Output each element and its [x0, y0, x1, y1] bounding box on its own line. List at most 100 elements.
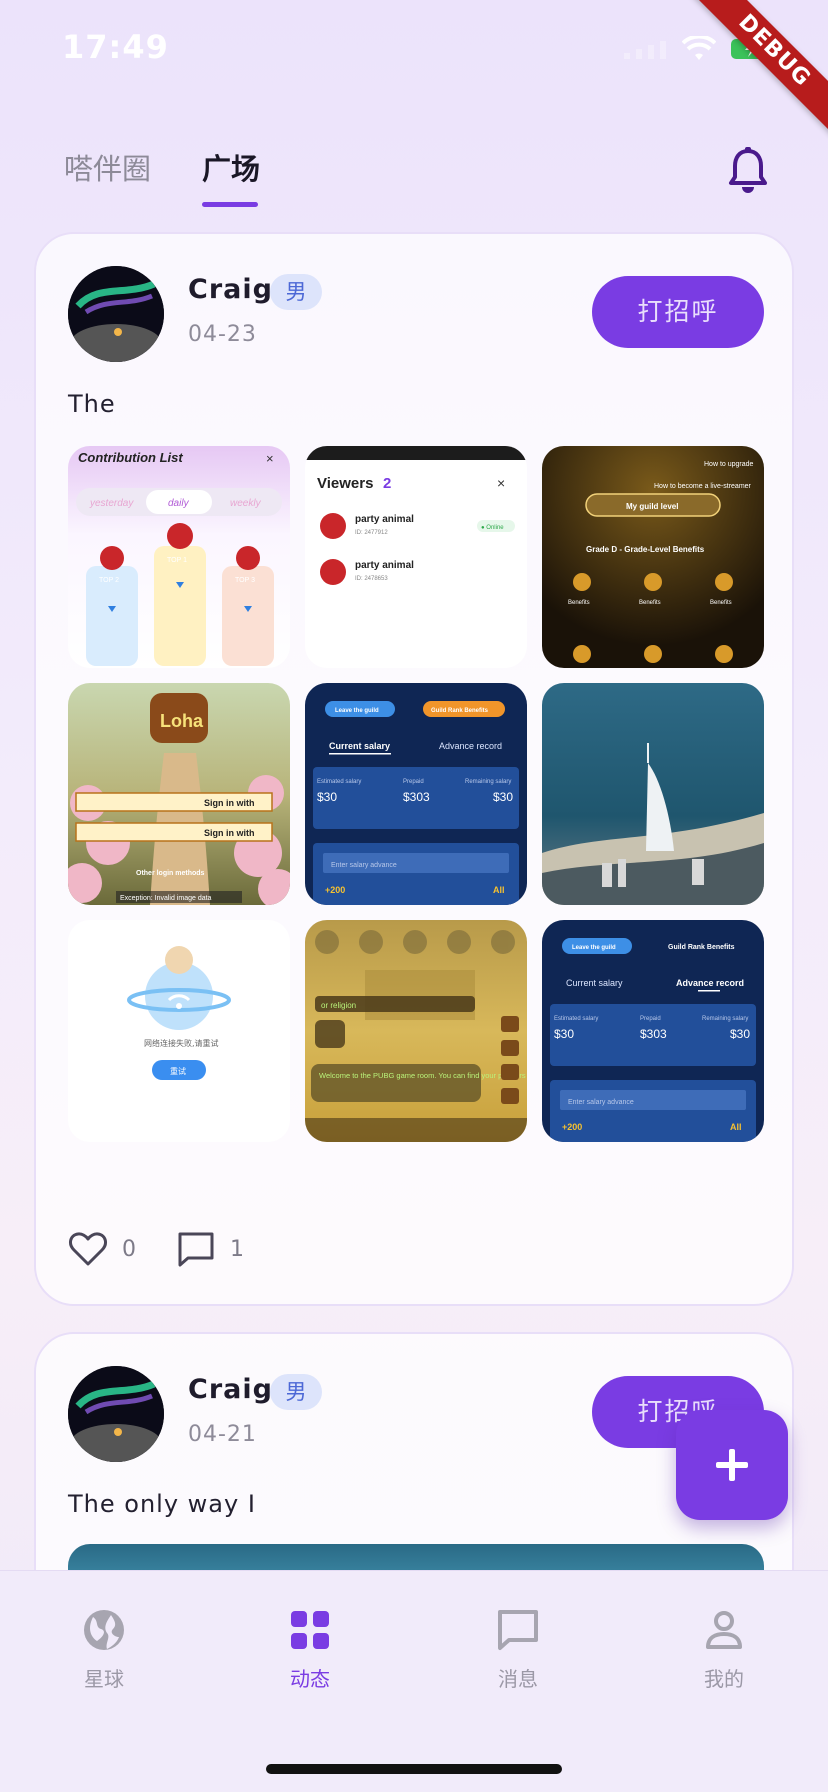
salary-col: Estimated salary: [554, 1016, 598, 1022]
grid-image-salary-advance[interactable]: Leave the guild Guild Rank Benefits Curr…: [542, 920, 764, 1142]
person-icon: [706, 1611, 742, 1649]
leave-guild-label: Leave the guild: [572, 945, 616, 951]
post-date: 04-21: [188, 1422, 257, 1447]
salary-col: Remaining salary: [702, 1016, 748, 1022]
grid-image-network-error[interactable]: 网络连接失败,请重试 重试: [68, 920, 290, 1142]
salary-amount: +200: [325, 885, 345, 895]
salary-value: $303: [640, 1027, 667, 1041]
rank-label: TOP 3: [235, 577, 255, 584]
salary-value: $30: [493, 790, 513, 804]
network-retry: 重试: [170, 1066, 186, 1076]
globe-icon: [84, 1610, 124, 1650]
salary-value: $303: [403, 790, 430, 804]
salary-tab-current: Current salary: [329, 741, 390, 751]
grid-image-salary[interactable]: Leave the guild Guild Rank Benefits Curr…: [305, 683, 527, 905]
game-tag: or religion: [321, 1001, 356, 1010]
status-bar: 17:49 DEBUG: [0, 0, 828, 141]
status-time: 17:49: [62, 28, 169, 66]
salary-input: Enter salary advance: [331, 862, 397, 869]
active-tab-indicator: [202, 202, 258, 207]
salary-col: Estimated salary: [317, 779, 361, 785]
viewers-title: Viewers: [317, 475, 373, 492]
salary-all: All: [730, 1122, 742, 1132]
nav-item-feed[interactable]: 动态: [250, 1607, 370, 1692]
like-count: 0: [122, 1236, 136, 1262]
viewer-name: party animal: [355, 514, 414, 525]
salary-value: $30: [554, 1027, 574, 1041]
benefit-label: Benefits: [710, 600, 732, 606]
create-post-button[interactable]: [676, 1410, 788, 1520]
guild-grade: Grade D - Grade-Level Benefits: [586, 545, 705, 554]
contribution-tab-weekly: weekly: [230, 498, 262, 509]
post-card[interactable]: Craig 男 04-23 打招呼 The Contribution List …: [34, 232, 794, 1306]
leave-guild-label: Leave the guild: [335, 708, 379, 714]
signal-icon: [624, 41, 666, 59]
nav-item-planet[interactable]: 星球: [44, 1607, 164, 1692]
rank-label: TOP 1: [167, 557, 187, 564]
nav-label: 消息: [498, 1667, 538, 1691]
game-welcome: Welcome to the PUBG game room. You can f…: [319, 1071, 527, 1080]
grid-image-contribution[interactable]: Contribution List × yesterday daily week…: [68, 446, 290, 668]
grid-image-viewers[interactable]: Viewers 2 × party animal ID: 2477912 ● O…: [305, 446, 527, 668]
nav-item-me[interactable]: 我的: [664, 1607, 784, 1692]
sign-in-label: Sign in with: [204, 798, 255, 808]
home-indicator: [266, 1764, 562, 1774]
aurora-avatar-image: [68, 1366, 164, 1462]
contribution-tab-daily: daily: [168, 498, 190, 509]
viewer-id: ID: 2477912: [355, 530, 388, 536]
viewer-name: party animal: [355, 560, 414, 571]
post-text: The: [68, 390, 116, 418]
plus-icon: [716, 1449, 748, 1481]
bottom-nav: 星球 动态 消息 我的: [0, 1570, 828, 1792]
grid-image-dubai[interactable]: [542, 683, 764, 905]
rank-label: TOP 2: [99, 577, 119, 584]
other-login-label: Other login methods: [136, 870, 205, 877]
salary-value: $30: [730, 1027, 750, 1041]
debug-ribbon: DEBUG: [684, 0, 828, 141]
nav-label: 动态: [290, 1667, 330, 1691]
comment-icon[interactable]: [176, 1230, 216, 1268]
nav-label: 星球: [84, 1667, 124, 1691]
heart-icon[interactable]: [68, 1230, 108, 1268]
username[interactable]: Craig: [188, 1374, 273, 1405]
avatar[interactable]: [68, 266, 164, 362]
image-grid: Contribution List × yesterday daily week…: [68, 446, 764, 1142]
guild-link: How to upgrade: [704, 461, 754, 468]
guild-banner: My guild level: [626, 502, 678, 511]
message-icon: [498, 1610, 538, 1650]
guild-rank-label: Guild Rank Benefits: [431, 708, 489, 714]
aurora-avatar-image: [68, 266, 164, 362]
error-label: Exception: Invalid image data: [120, 895, 212, 902]
contribution-title: Contribution List: [78, 450, 183, 465]
bell-icon[interactable]: [726, 146, 770, 196]
svg-text:×: ×: [497, 475, 505, 491]
greet-button[interactable]: 打招呼: [592, 276, 764, 348]
tab-plaza[interactable]: 广场: [202, 146, 260, 188]
grid-image-login[interactable]: Loha Sign in with Sign in with Other log…: [68, 683, 290, 905]
viewer-id: ID: 2478653: [355, 576, 388, 582]
salary-all: All: [493, 885, 505, 895]
post-date: 04-23: [188, 322, 257, 347]
post-text: The only way I: [68, 1490, 256, 1518]
benefit-label: Benefits: [568, 600, 590, 606]
login-logo: Loha: [160, 711, 204, 731]
guild-rank-label: Guild Rank Benefits: [668, 944, 735, 951]
like-button[interactable]: 0: [68, 1230, 136, 1268]
nav-item-messages[interactable]: 消息: [458, 1607, 578, 1692]
salary-value: $30: [317, 790, 337, 804]
avatar[interactable]: [68, 1366, 164, 1462]
grid-icon: [291, 1611, 329, 1649]
salary-tab-advance: Advance record: [439, 741, 502, 751]
comment-button[interactable]: 1: [176, 1230, 244, 1268]
salary-tab-current: Current salary: [566, 978, 623, 988]
gender-badge: 男: [270, 274, 322, 310]
salary-col: Prepaid: [640, 1016, 661, 1022]
username[interactable]: Craig: [188, 274, 273, 305]
tab-circle[interactable]: 嗒伴圈: [64, 146, 151, 188]
contribution-tab-yesterday: yesterday: [89, 498, 134, 509]
viewer-status: ● Online: [481, 525, 504, 531]
grid-image-guild-level[interactable]: How to upgrade How to become a live-stre…: [542, 446, 764, 668]
salary-col: Prepaid: [403, 779, 424, 785]
grid-image-game-room[interactable]: or religion Welcome to the PUBG game roo…: [305, 920, 527, 1142]
salary-tab-advance: Advance record: [676, 978, 744, 988]
